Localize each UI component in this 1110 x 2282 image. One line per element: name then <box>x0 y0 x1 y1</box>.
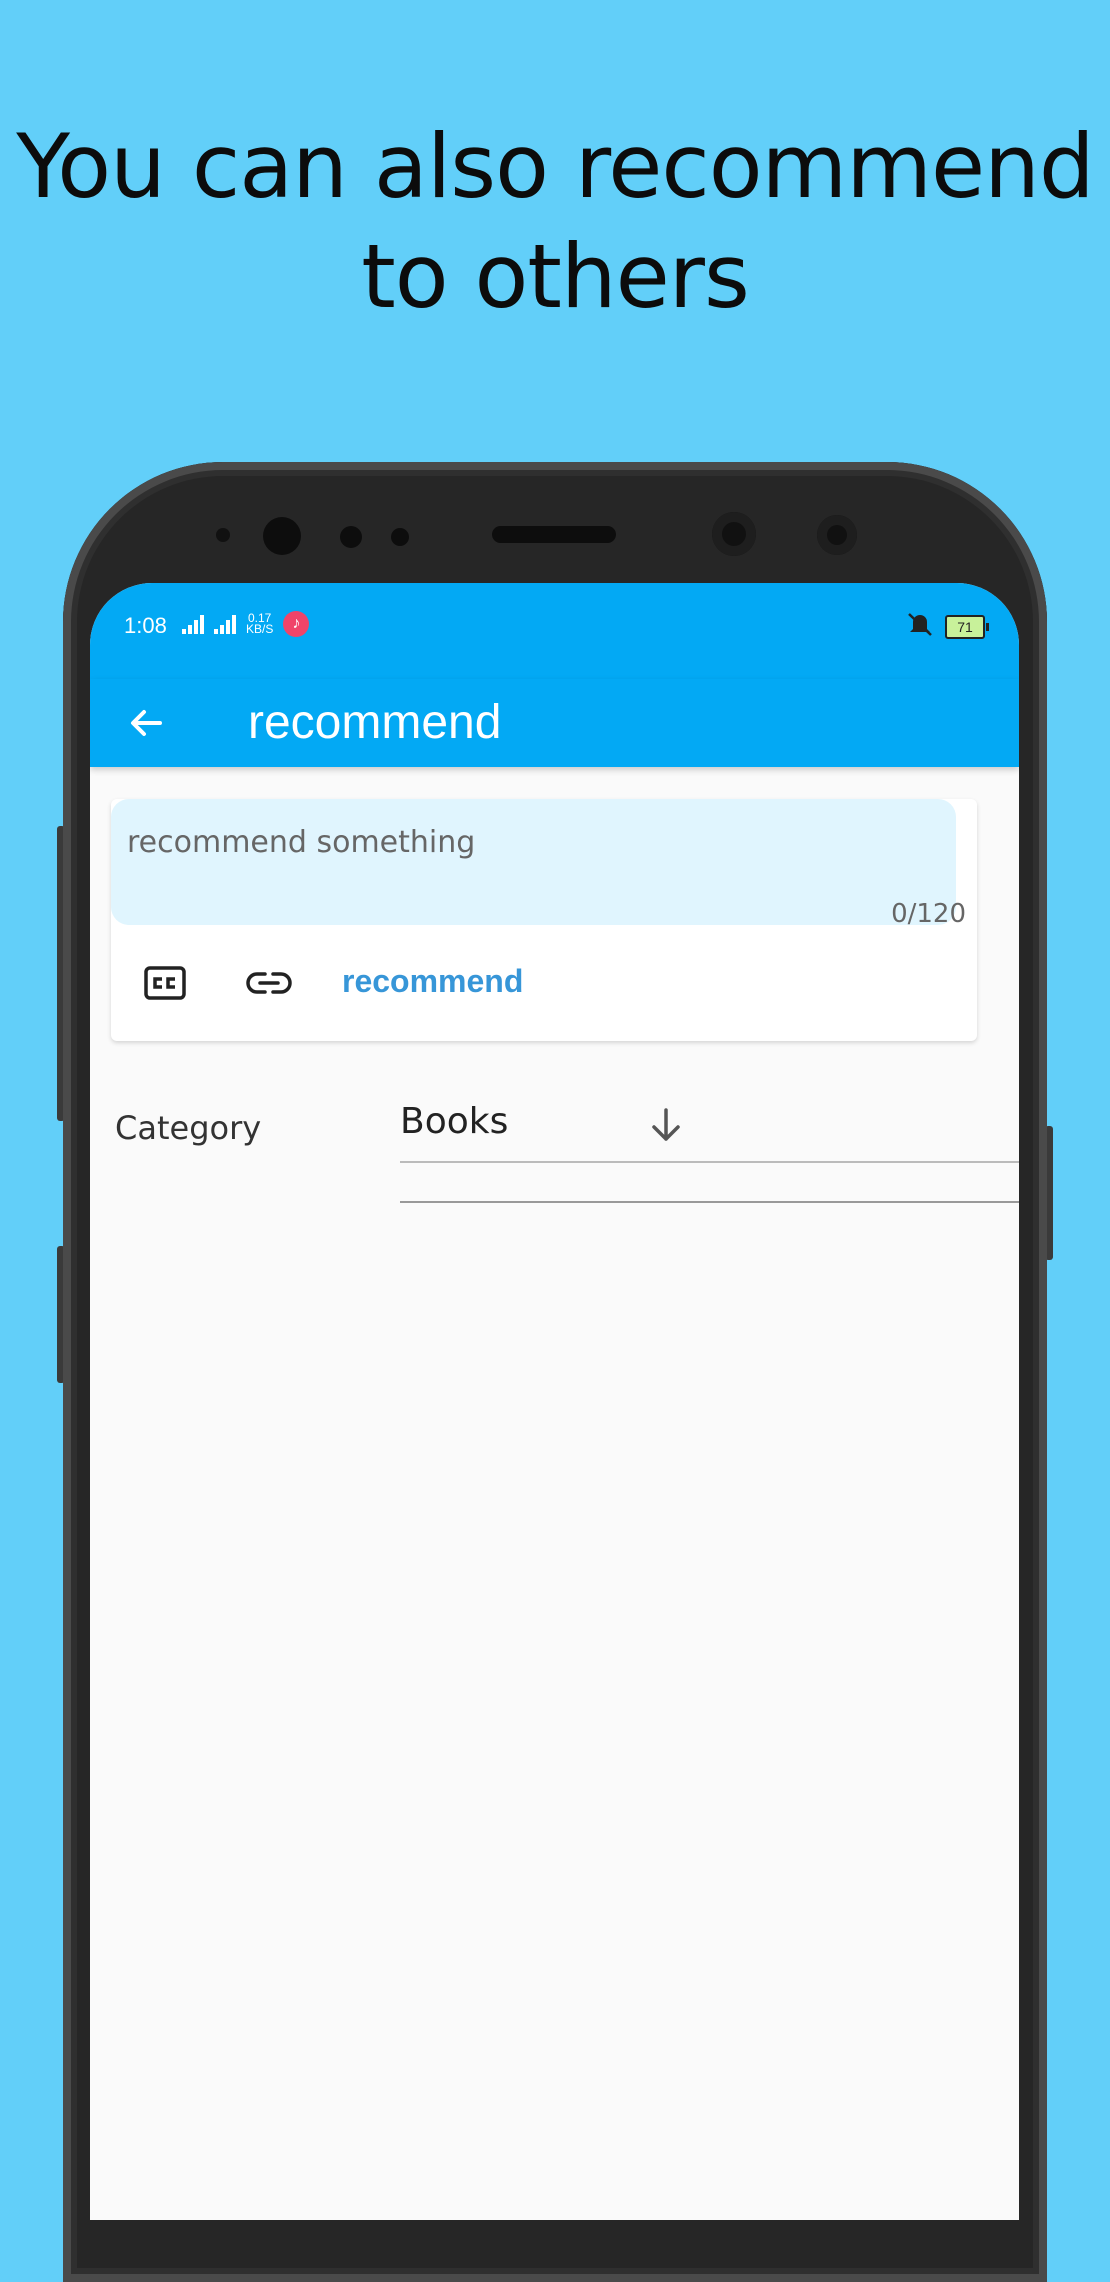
sensor-dot <box>391 528 409 546</box>
headline: You can also recommend to others <box>0 112 1110 332</box>
mute-icon <box>905 611 935 643</box>
signal-icon <box>182 614 204 634</box>
page-title: recommend <box>248 696 502 749</box>
recommend-button[interactable]: recommend <box>342 963 523 1000</box>
category-label: Category <box>115 1109 262 1147</box>
sensor-dot <box>340 526 362 548</box>
category-selected-value: Books <box>400 1101 509 1142</box>
music-icon: ♪ <box>283 611 310 637</box>
divider <box>400 1201 1019 1203</box>
arrow-down-icon[interactable] <box>646 1105 686 1145</box>
link-icon[interactable] <box>245 959 293 1007</box>
headline-line-2: to others <box>361 225 750 328</box>
earpiece-speaker <box>492 526 616 543</box>
category-select[interactable]: Books <box>400 1093 1019 1163</box>
app-bar: recommend <box>90 679 1019 767</box>
battery-icon: 71 <box>945 615 989 639</box>
front-camera <box>817 515 857 555</box>
signal-icon <box>214 614 236 634</box>
recommend-input-box: 0/120 <box>111 799 966 929</box>
front-camera <box>263 517 301 555</box>
front-camera <box>712 512 756 556</box>
closed-caption-icon[interactable] <box>141 959 189 1007</box>
network-speed-unit: KB/S <box>246 622 274 636</box>
sensor-dot <box>216 528 230 542</box>
headline-line-1: You can also recommend <box>16 115 1095 218</box>
recommend-input[interactable] <box>125 819 929 865</box>
phone-screen: 1:08 0.17KB/S ♪ 71 recommend 0/120 <box>90 583 1019 2220</box>
status-icons-left: 0.17 KB/S ♪ <box>182 611 310 637</box>
status-bar: 1:08 0.17 KB/S ♪ 71 <box>90 583 1019 679</box>
network-speed: 0.17 KB/S <box>246 612 274 636</box>
status-icons-right: 71 <box>905 611 989 643</box>
status-time: 1:08 <box>124 613 167 638</box>
compose-card: 0/120 recommend <box>111 799 977 1041</box>
arrow-left-icon[interactable] <box>124 701 168 745</box>
char-counter: 0/120 <box>891 899 966 929</box>
